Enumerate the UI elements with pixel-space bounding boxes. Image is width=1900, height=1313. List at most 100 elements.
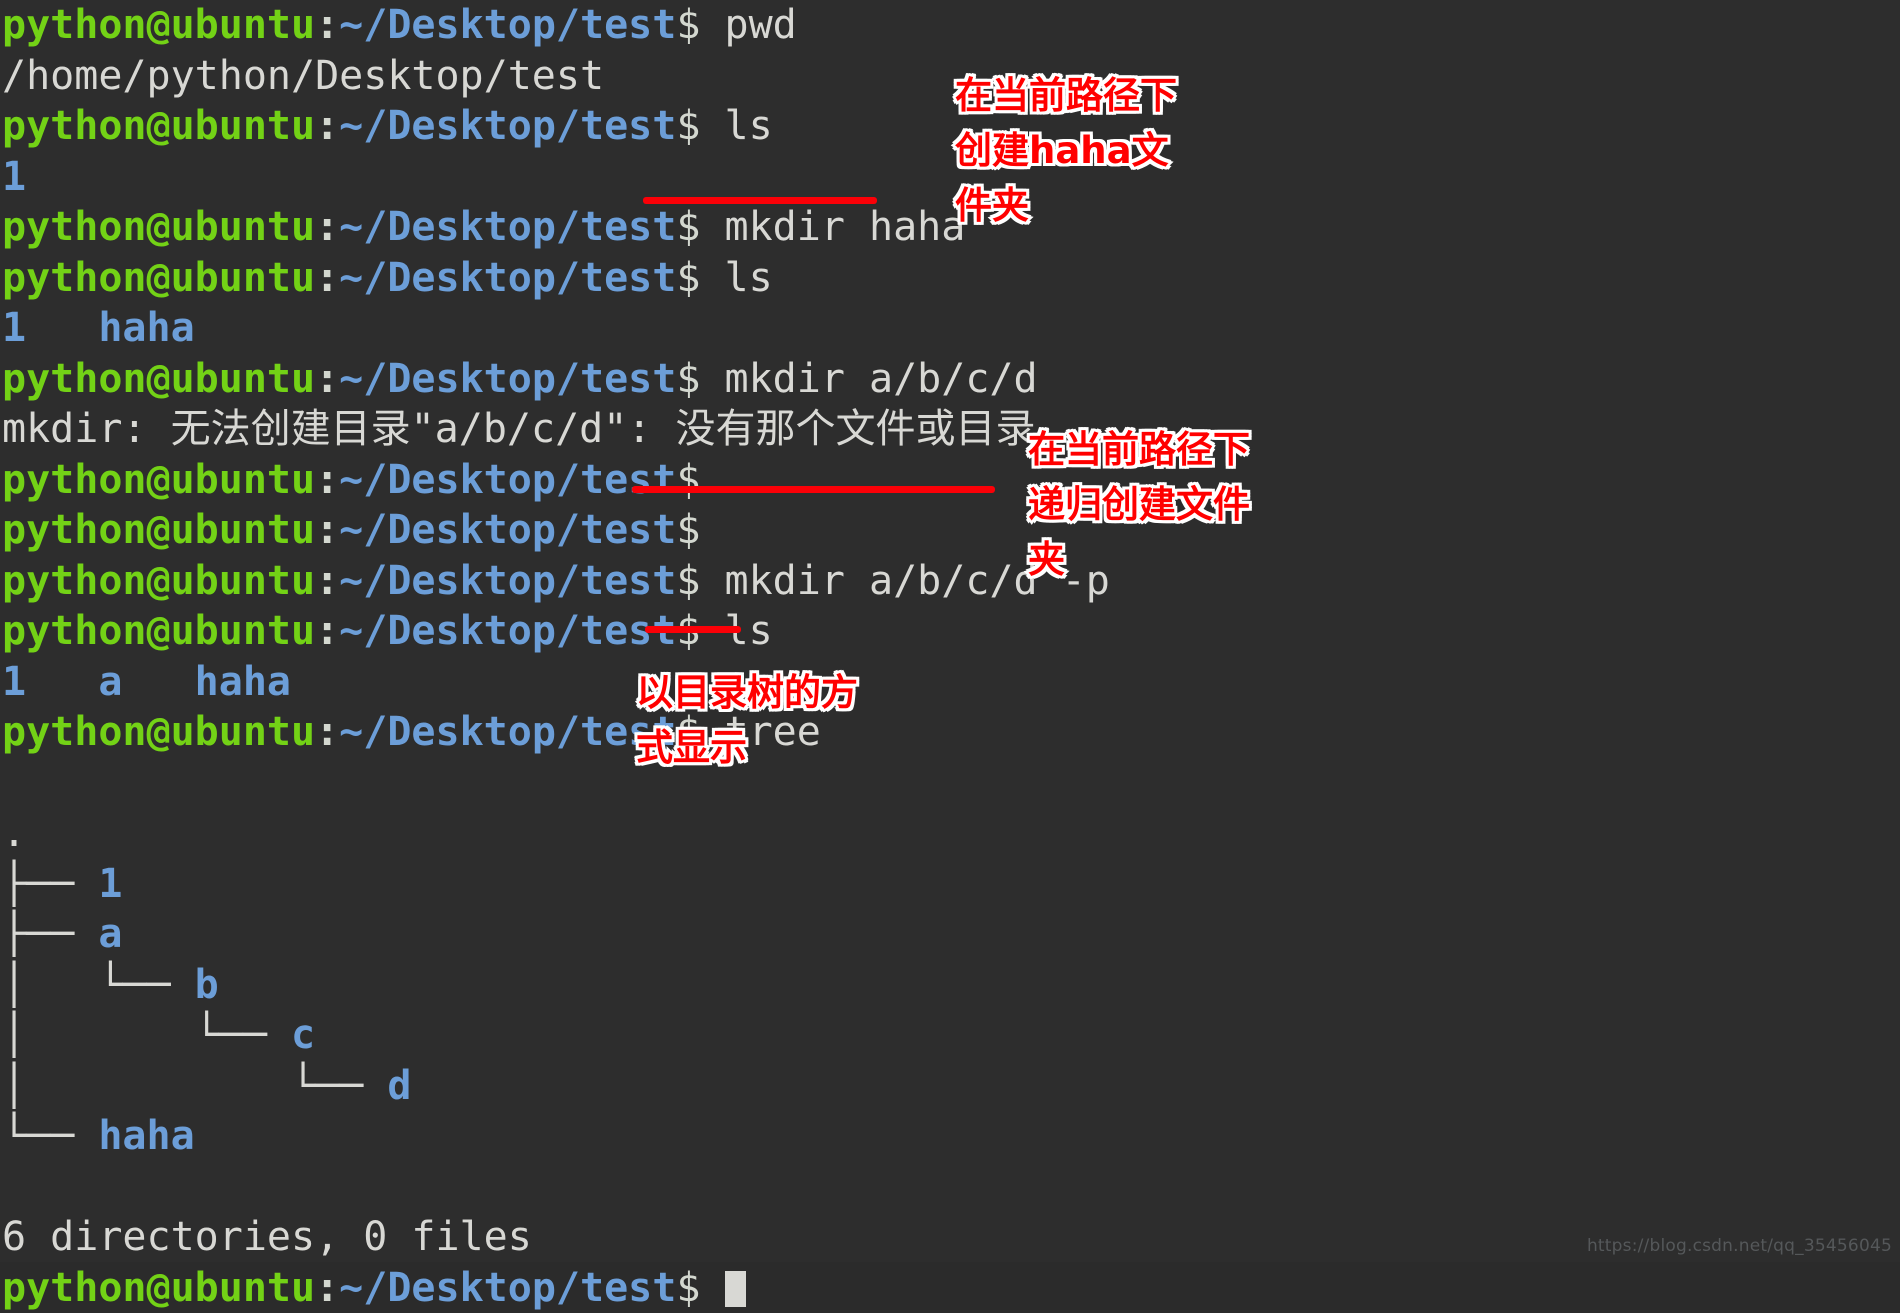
terminal-prompt-line: python@ubuntu:~/Desktop/test$ mkdir a/b/… bbox=[0, 354, 1900, 405]
prompt-colon: : bbox=[315, 457, 339, 503]
tree-line: . bbox=[0, 808, 1900, 859]
prompt-dollar: $ bbox=[676, 457, 700, 503]
prompt-dollar: $ bbox=[676, 1265, 700, 1311]
prompt-colon: : bbox=[315, 558, 339, 604]
tree-line: │ └── c bbox=[0, 1010, 1900, 1061]
watermark: https://blog.csdn.net/qq_35456045 bbox=[1587, 1236, 1892, 1256]
terminal-command: mkdir haha bbox=[700, 204, 965, 250]
annotation-tree: 以目录树的方 式显示 bbox=[636, 665, 858, 775]
terminal-prompt-line: python@ubuntu:~/Desktop/test$ bbox=[0, 1263, 1900, 1313]
terminal-prompt-line: python@ubuntu:~/Desktop/test$ ls bbox=[0, 606, 1900, 657]
prompt-user-host: python@ubuntu bbox=[2, 255, 315, 301]
tree-node-name: d bbox=[387, 1063, 411, 1109]
prompt-colon: : bbox=[315, 507, 339, 553]
output-text: mkdir: 无法创建目录"a/b/c/d": 没有那个文件或目录 bbox=[2, 406, 1035, 452]
prompt-colon: : bbox=[315, 103, 339, 149]
prompt-path: ~/Desktop/test bbox=[339, 457, 676, 503]
terminal-dir-listing: 1 haha bbox=[0, 303, 1900, 354]
output-text: 6 directories, 0 files bbox=[2, 1214, 532, 1260]
prompt-path: ~/Desktop/test bbox=[339, 2, 676, 48]
prompt-path: ~/Desktop/test bbox=[339, 356, 676, 402]
prompt-user-host: python@ubuntu bbox=[2, 709, 315, 755]
terminal-blank-line bbox=[0, 1162, 1900, 1213]
terminal-command: pwd bbox=[700, 2, 796, 48]
prompt-user-host: python@ubuntu bbox=[2, 457, 315, 503]
prompt-dollar: $ bbox=[676, 507, 700, 553]
prompt-user-host: python@ubuntu bbox=[2, 1265, 315, 1311]
prompt-colon: : bbox=[315, 204, 339, 250]
tree-branch-glyph: │ └── bbox=[2, 962, 195, 1008]
tree-branch-glyph: ├── bbox=[2, 861, 98, 907]
tree-branch-glyph: . bbox=[2, 810, 26, 856]
terminal-prompt-line: python@ubuntu:~/Desktop/test$ tree bbox=[0, 707, 1900, 758]
underline-mkdir-haha bbox=[643, 197, 877, 204]
prompt-dollar: $ bbox=[676, 255, 700, 301]
terminal-command: ls bbox=[700, 103, 772, 149]
prompt-path: ~/Desktop/test bbox=[339, 204, 676, 250]
terminal-cursor bbox=[725, 1271, 746, 1307]
prompt-colon: : bbox=[315, 608, 339, 654]
prompt-path: ~/Desktop/test bbox=[339, 709, 676, 755]
terminal-output-line: mkdir: 无法创建目录"a/b/c/d": 没有那个文件或目录 bbox=[0, 404, 1900, 455]
prompt-colon: : bbox=[315, 2, 339, 48]
output-text: /home/python/Desktop/test bbox=[2, 53, 604, 99]
tree-node-name: b bbox=[195, 962, 219, 1008]
terminal-prompt-line: python@ubuntu:~/Desktop/test$ ls bbox=[0, 101, 1900, 152]
prompt-user-host: python@ubuntu bbox=[2, 356, 315, 402]
prompt-dollar: $ bbox=[676, 2, 700, 48]
prompt-dollar: $ bbox=[676, 204, 700, 250]
prompt-colon: : bbox=[315, 356, 339, 402]
tree-line: │ └── d bbox=[0, 1061, 1900, 1112]
tree-branch-glyph: │ └── bbox=[2, 1012, 291, 1058]
prompt-user-host: python@ubuntu bbox=[2, 103, 315, 149]
tree-line: │ └── b bbox=[0, 960, 1900, 1011]
directory-names: 1 bbox=[2, 154, 26, 200]
tree-line: └── haha bbox=[0, 1111, 1900, 1162]
terminal-command: mkdir a/b/c/d bbox=[700, 356, 1037, 402]
terminal-output-line: /home/python/Desktop/test bbox=[0, 51, 1900, 102]
terminal-prompt-line: python@ubuntu:~/Desktop/test$ mkdir haha bbox=[0, 202, 1900, 253]
prompt-user-host: python@ubuntu bbox=[2, 507, 315, 553]
tree-node-name: 1 bbox=[98, 861, 122, 907]
tree-node-name: haha bbox=[98, 1113, 194, 1159]
terminal-command bbox=[700, 1265, 724, 1311]
terminal-prompt-line: python@ubuntu:~/Desktop/test$ mkdir a/b/… bbox=[0, 556, 1900, 607]
tree-node-name: c bbox=[291, 1012, 315, 1058]
prompt-user-host: python@ubuntu bbox=[2, 2, 315, 48]
terminal-window[interactable]: python@ubuntu:~/Desktop/test$ pwd/home/p… bbox=[0, 0, 1900, 1262]
tree-branch-glyph: ├── bbox=[2, 911, 98, 957]
terminal-prompt-line: python@ubuntu:~/Desktop/test$ bbox=[0, 505, 1900, 556]
tree-branch-glyph: └── bbox=[2, 1113, 98, 1159]
prompt-user-host: python@ubuntu bbox=[2, 608, 315, 654]
prompt-user-host: python@ubuntu bbox=[2, 558, 315, 604]
prompt-path: ~/Desktop/test bbox=[339, 255, 676, 301]
directory-names: 1 a haha bbox=[2, 659, 291, 705]
prompt-path: ~/Desktop/test bbox=[339, 558, 676, 604]
terminal-dir-listing: 1 bbox=[0, 152, 1900, 203]
prompt-colon: : bbox=[315, 1265, 339, 1311]
annotation-mkdir-haha: 在当前路径下 创建haha文 件夹 bbox=[955, 68, 1177, 233]
tree-line: ├── a bbox=[0, 909, 1900, 960]
prompt-colon: : bbox=[315, 255, 339, 301]
prompt-dollar: $ bbox=[676, 103, 700, 149]
tree-line: ├── 1 bbox=[0, 859, 1900, 910]
prompt-colon: : bbox=[315, 709, 339, 755]
prompt-dollar: $ bbox=[676, 356, 700, 402]
prompt-path: ~/Desktop/test bbox=[339, 507, 676, 553]
underline-mkdir-p bbox=[632, 486, 995, 493]
prompt-path: ~/Desktop/test bbox=[339, 608, 676, 654]
prompt-dollar: $ bbox=[676, 558, 700, 604]
prompt-path: ~/Desktop/test bbox=[339, 103, 676, 149]
terminal-prompt-line: python@ubuntu:~/Desktop/test$ pwd bbox=[0, 0, 1900, 51]
underline-tree bbox=[645, 626, 741, 633]
terminal-command: ls bbox=[700, 255, 772, 301]
terminal-prompt-line: python@ubuntu:~/Desktop/test$ bbox=[0, 455, 1900, 506]
directory-names: 1 haha bbox=[2, 305, 195, 351]
terminal-blank-line bbox=[0, 758, 1900, 809]
terminal-prompt-line: python@ubuntu:~/Desktop/test$ ls bbox=[0, 253, 1900, 304]
tree-branch-glyph: │ └── bbox=[2, 1063, 387, 1109]
prompt-path: ~/Desktop/test bbox=[339, 1265, 676, 1311]
annotation-mkdir-p: 在当前路径下 递归创建文件 夹 bbox=[1028, 422, 1250, 587]
tree-node-name: a bbox=[98, 911, 122, 957]
prompt-user-host: python@ubuntu bbox=[2, 204, 315, 250]
